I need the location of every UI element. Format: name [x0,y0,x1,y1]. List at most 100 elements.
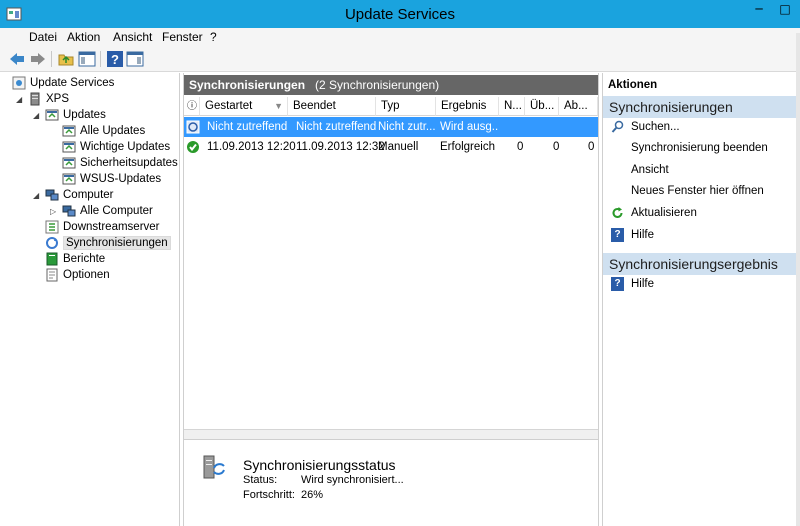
action-label: Synchronisierung beenden [631,142,768,154]
show-hide-tree-icon[interactable] [78,50,96,68]
action-label: Aktualisieren [631,207,697,219]
sync-status-pane: Synchronisierungsstatus Status: Wird syn… [184,439,598,526]
actions-section-synchronisierungsergebnis[interactable]: Synchronisierungsergebnis [603,253,800,275]
results-count: (2 Synchronisierungen) [315,78,440,92]
column-ergebnis[interactable]: Ergebnis [436,97,499,116]
progress-label: Fortschritt: [243,489,295,501]
column-abgelaufen[interactable]: Ab... [559,97,598,116]
tree-item-xps[interactable]: ◢ XPS [16,91,69,107]
updates-icon [62,125,76,137]
downstream-icon [45,220,59,234]
cell-typ: Nicht zutr... [378,121,436,133]
menu-fenster[interactable]: Fenster [162,30,203,44]
column-label: Gestartet [205,100,253,112]
menu-datei[interactable]: Datei [29,30,57,44]
cell-abgelaufen: 0 [588,141,595,153]
column-label: Ab... [564,100,588,112]
actions-title: Aktionen [608,79,658,91]
help-icon: ? [611,228,624,242]
action-ansicht[interactable]: Ansicht [603,160,800,180]
sync-icon [46,237,58,249]
column-beendet[interactable]: Beendet [288,97,376,116]
cell-ergebnis: Wird ausg... [440,121,498,133]
menu-bar: Datei Aktion Ansicht Fenster ? [0,28,800,46]
action-synchronisierung-beenden[interactable]: Synchronisierung beenden [603,138,800,158]
title-bar: Update Services ─ □ [0,0,800,28]
tree-item-wichtige-updates[interactable]: Wichtige Updates [62,139,170,155]
action-aktualisieren[interactable]: Aktualisieren [603,203,800,223]
table-row[interactable]: Nicht zutreffend Nicht zutreffend Nicht … [184,117,598,137]
tree-item-alle-computer[interactable]: ▷ Alle Computer [50,203,153,219]
maximize-button[interactable]: □ [772,0,798,20]
collapse-arrow-icon[interactable]: ▷ [50,207,56,216]
cell-beendet: Nicht zutreffend [296,121,377,133]
computer-icon [62,205,76,217]
expand-arrow-icon[interactable]: ◢ [33,111,39,120]
tree-item-computer[interactable]: ◢ Computer [33,187,114,203]
tree-item-wsus-updates[interactable]: WSUS-Updates [62,171,161,187]
menu-help[interactable]: ? [210,30,217,44]
column-typ[interactable]: Typ [376,97,436,116]
cell-ergebnis: Erfolgreich [440,141,495,153]
updates-icon [45,109,59,121]
show-hide-action-pane-icon[interactable] [126,50,144,68]
minimize-button[interactable]: ─ [746,0,772,20]
action-suchen[interactable]: Suchen... [603,117,800,137]
expand-arrow-icon[interactable]: ◢ [16,95,22,104]
updates-icon [62,157,76,169]
cell-typ: Manuell [378,141,419,153]
options-icon [46,268,58,282]
action-hilfe-ergebnis[interactable]: ? Hilfe [603,274,800,294]
column-gestartet[interactable]: Gestartet ▼ [200,97,288,116]
progress-value: 26% [301,489,324,501]
results-header: Synchronisierungen (2 Synchronisierungen… [184,75,598,95]
table-row[interactable]: 11.09.2013 12:20 11.09.2013 12:32 Manuel… [184,137,598,157]
tree-item-update-services[interactable]: Update Services [12,75,114,91]
tree-item-sicherheitsupdates[interactable]: Sicherheitsupdates [62,155,178,171]
column-label: Üb... [530,100,555,112]
help-icon: ? [611,277,624,291]
navigation-tree: Update Services ◢ XPS ◢ Updates Alle Upd… [0,73,180,526]
action-label: Neues Fenster hier öffnen [631,185,764,197]
reports-icon [46,252,58,266]
back-arrow-icon[interactable] [8,50,26,68]
sort-arrow-icon: ▼ [274,101,283,111]
action-hilfe[interactable]: ? Hilfe [603,225,800,245]
updates-icon [62,173,76,185]
action-neues-fenster[interactable]: Neues Fenster hier öffnen [603,181,800,201]
action-label: Suchen... [631,121,680,133]
menu-ansicht[interactable]: Ansicht [113,30,152,44]
up-folder-icon[interactable] [57,50,75,68]
sync-progress-line: Fortschritt: 26% [243,489,323,501]
cell-ueberarbeitet: 0 [553,141,560,153]
tree-item-berichte[interactable]: Berichte [45,251,105,267]
actions-pane: Aktionen Synchronisierungen Suchen... Sy… [602,73,800,526]
column-status[interactable]: ⓘ [184,97,200,116]
tree-item-optionen[interactable]: Optionen [45,267,110,283]
expand-arrow-icon[interactable]: ◢ [33,191,39,200]
tree-item-downstreamserver[interactable]: Downstreamserver [45,219,160,235]
column-label: Typ [381,100,400,112]
server-icon [30,92,40,106]
column-label: N... [504,100,522,112]
column-neu[interactable]: N... [499,97,525,116]
menu-aktion[interactable]: Aktion [67,30,100,44]
actions-section-synchronisierungen[interactable]: Synchronisierungen [603,96,800,118]
action-label: Hilfe [631,278,655,290]
column-label: Beendet [293,100,336,112]
status-value: Wird synchronisiert... [301,474,404,486]
toolbar-separator [100,51,101,67]
cell-gestartet: Nicht zutreffend [207,121,288,133]
tree-item-alle-updates[interactable]: Alle Updates [62,123,145,139]
help-icon[interactable]: ? [106,50,124,68]
refresh-icon [612,207,623,218]
tree-item-updates[interactable]: ◢ Updates [33,107,106,123]
forward-arrow-icon[interactable] [29,50,47,68]
sync-running-icon [186,120,200,134]
action-label: Hilfe [631,229,655,241]
toolbar-separator [51,51,52,67]
info-icon: ⓘ [187,101,197,112]
column-ueberarbeitet[interactable]: Üb... [525,97,559,116]
tree-item-synchronisierungen[interactable]: Synchronisierungen [45,235,171,251]
sync-status-title: Synchronisierungsstatus [243,457,396,473]
